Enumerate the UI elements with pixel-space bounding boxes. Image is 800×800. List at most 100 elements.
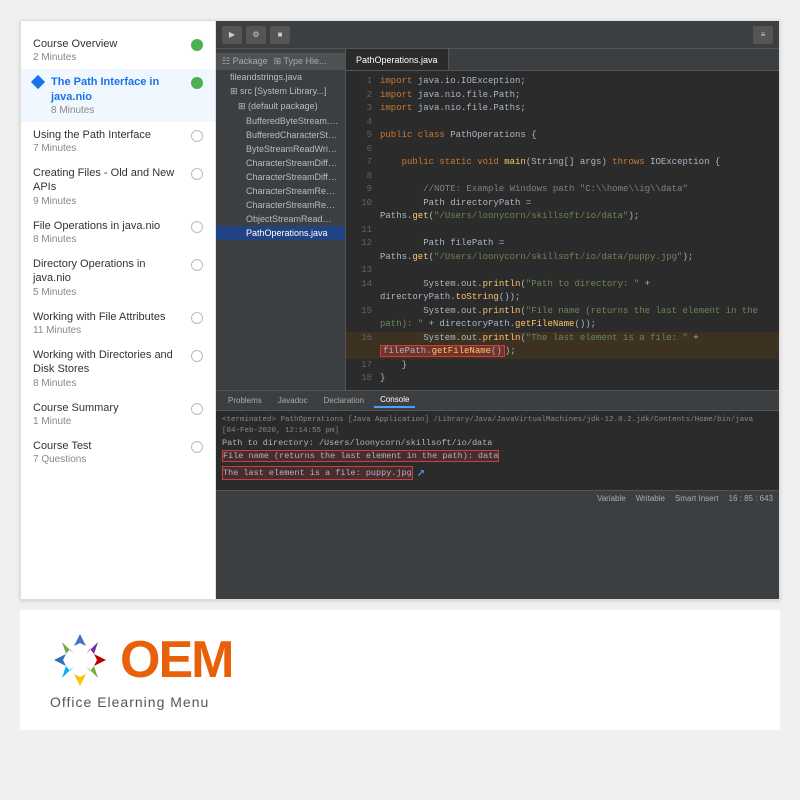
sidebar-label: Directory Operations in java.nio [33,257,185,286]
sidebar-label: File Operations in java.nio [33,219,185,233]
sidebar-item-creating-files[interactable]: Creating Files - Old and New APIs 9 Minu… [21,160,215,213]
status-indicator [191,130,203,142]
file-tree: ☷ Package ⊞ Type Hie... fileandstrings.j… [216,49,346,390]
ide-toolbar: ▶ ⚙ ■ ≡ [216,21,779,49]
status-indicator [191,403,203,415]
sidebar-duration: 11 Minutes [33,325,185,336]
sidebar-duration: 8 Minutes [33,378,185,389]
ide-main-area: ☷ Package ⊞ Type Hie... fileandstrings.j… [216,49,779,390]
typehie-tab[interactable]: ⊞ Type Hie... [274,56,327,67]
empty-circle-icon [191,350,203,362]
main-content: Course Overview 2 Minutes The Path Inter… [20,20,780,600]
javadoc-tab[interactable]: Javadoc [272,394,314,407]
active-diamond-icon [31,75,45,89]
toolbar-run-btn[interactable]: ▶ [222,26,242,44]
sidebar-label: Working with File Attributes [33,310,185,324]
file-tree-item[interactable]: CharacterStreamReadWrite.java [216,198,345,212]
sidebar-label: Course Overview [33,37,185,51]
sidebar-label: The Path Interface in java.nio [51,75,185,104]
status-writable: Writable [636,494,665,503]
status-indicator [191,259,203,271]
sidebar-label: Working with Directories and Disk Stores [33,348,185,377]
file-tree-item-active[interactable]: PathOperations.java [216,226,345,240]
code-line: 1 import java.io.IOException; [346,75,779,89]
empty-circle-icon [191,168,203,180]
ide-status-bar: Variable Writable Smart Insert 16 : 85 :… [216,490,779,506]
ide-screenshot: ▶ ⚙ ■ ≡ ☷ Package ⊞ Type Hie... fileands… [216,21,779,599]
oem-logo-row: OEM [50,630,232,690]
console-line-highlight: The last element is a file: puppy.jpg ↗ [222,463,773,484]
oem-brand-text: OEM [120,634,232,686]
code-line: 14 System.out.println("Path to directory… [346,278,779,305]
sidebar-duration: 5 Minutes [33,287,185,298]
code-line: 7 public static void main(String[] args)… [346,156,779,170]
sidebar-label: Course Test [33,439,185,453]
console-arrow-icon: ↗ [417,463,425,484]
status-position: 16 : 85 : 643 [729,494,773,503]
sidebar-duration: 8 Minutes [51,105,185,116]
sidebar-duration: 7 Questions [33,454,185,465]
toolbar-menu-btn[interactable]: ≡ [753,26,773,44]
sidebar-label: Creating Files - Old and New APIs [33,166,185,195]
code-line: 4 [346,116,779,130]
complete-circle-icon [191,39,203,51]
file-tree-item[interactable]: CharacterStreamDifferentBom2 [216,170,345,184]
code-line-highlighted: 16 System.out.println("The last element … [346,332,779,359]
sidebar-duration: 9 Minutes [33,196,185,207]
sidebar-item-course-summary[interactable]: Course Summary 1 Minute [21,395,215,433]
toolbar-debug-btn[interactable]: ⚙ [246,26,266,44]
sidebar-item-using-path[interactable]: Using the Path Interface 7 Minutes [21,122,215,160]
console-line: <terminated> PathOperations [Java Applic… [222,415,773,438]
code-line: 15 System.out.println("File name (return… [346,305,779,332]
code-content: 1 import java.io.IOException; 2 import j… [346,71,779,390]
console-tab-active[interactable]: Console [374,393,415,408]
code-line: 10 Path directoryPath = Paths.get("/User… [346,197,779,224]
file-tree-item[interactable]: ⊞ src [System Library...] [216,84,345,99]
sidebar-item-file-ops[interactable]: File Operations in java.nio 8 Minutes [21,213,215,251]
package-tab[interactable]: ☷ Package [222,56,268,67]
declaration-tab[interactable]: Declaration [318,394,370,407]
sidebar-item-path-interface[interactable]: The Path Interface in java.nio 8 Minutes [21,69,215,122]
code-line: 18 } [346,372,779,386]
file-tree-item[interactable]: fileandstrings.java [216,70,345,84]
status-variable: Variable [597,494,626,503]
file-tree-item[interactable]: ObjectStreamReadWrite.java [216,212,345,226]
sidebar-label: Course Summary [33,401,185,415]
oem-logo-icon [50,630,110,690]
sidebar-duration: 2 Minutes [33,52,185,63]
empty-circle-icon [191,403,203,415]
console-line: Path to directory: /Users/loonycorn/skil… [222,437,773,450]
status-indicator [191,441,203,453]
sidebar-duration: 8 Minutes [33,234,185,245]
sidebar-item-working-directories[interactable]: Working with Directories and Disk Stores… [21,342,215,395]
toolbar-stop-btn[interactable]: ■ [270,26,290,44]
code-editor: PathOperations.java 1 import java.io.IOE… [346,49,779,390]
file-tree-item[interactable]: CharacterStreamRead.java [216,184,345,198]
sidebar-duration: 7 Minutes [33,143,185,154]
file-tree-item[interactable]: ⊞ (default package) [216,99,345,114]
page-container: Course Overview 2 Minutes The Path Inter… [0,0,800,800]
problems-tab[interactable]: Problems [222,394,268,407]
file-tree-item[interactable]: BufferedByteStream.java [216,114,345,128]
code-tab-active[interactable]: PathOperations.java [346,49,449,70]
sidebar-item-course-test[interactable]: Course Test 7 Questions [21,433,215,471]
file-tree-item[interactable]: CharacterStreamDifferentBom [216,156,345,170]
console-line-highlight: File name (returns the last element in t… [222,450,773,463]
ide-content: ▶ ⚙ ■ ≡ ☷ Package ⊞ Type Hie... fileands… [216,21,779,599]
code-line: 13 [346,264,779,278]
status-indicator [191,39,203,51]
status-indicator [191,312,203,324]
code-line: 3 import java.nio.file.Paths; [346,102,779,116]
file-tree-item[interactable]: ByteStreamReadWrite.java [216,142,345,156]
file-tree-header: ☷ Package ⊞ Type Hie... [216,53,345,70]
empty-circle-icon [191,441,203,453]
file-tree-item[interactable]: BufferedCharacterStream.java [216,128,345,142]
branding-area: OEM Office Elearning Menu [20,610,780,730]
sidebar-item-file-attributes[interactable]: Working with File Attributes 11 Minutes [21,304,215,342]
sidebar-item-directory-ops[interactable]: Directory Operations in java.nio 5 Minut… [21,251,215,304]
code-line: 8 [346,170,779,184]
status-indicator [191,77,203,89]
sidebar-item-course-overview[interactable]: Course Overview 2 Minutes [21,31,215,69]
status-indicator [191,221,203,233]
code-tab-bar: PathOperations.java [346,49,779,71]
